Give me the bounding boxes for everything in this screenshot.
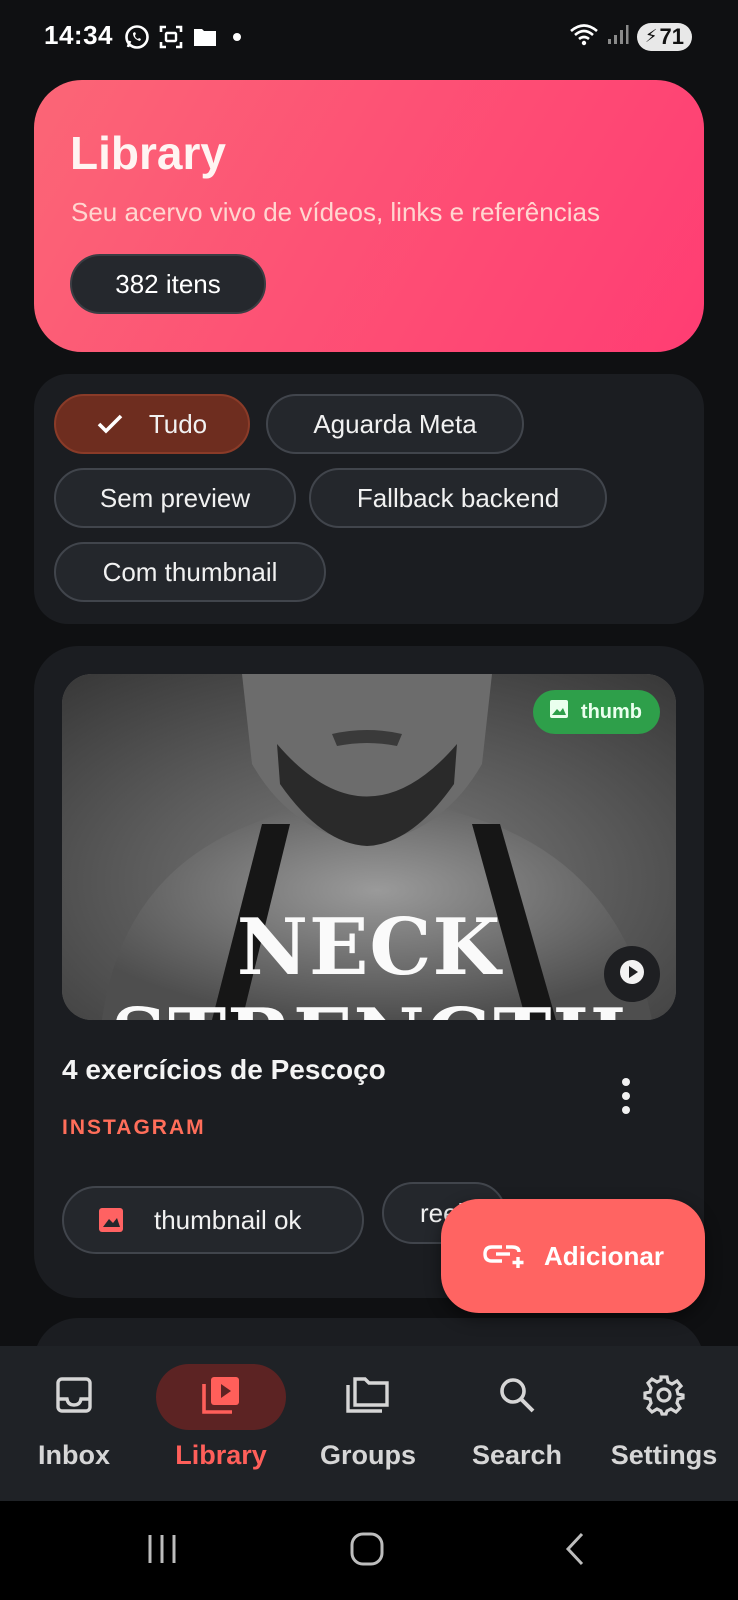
- tag-label: thumbnail ok: [154, 1204, 302, 1235]
- status-bar: 14:34 ⚡ 71: [0, 0, 738, 72]
- filter-panel: Tudo Aguarda Meta Sem preview Fallback b…: [34, 374, 704, 624]
- add-button-label: Adicionar: [544, 1240, 664, 1271]
- inbox-icon: [54, 1375, 94, 1420]
- thumb-badge: thumb: [532, 690, 660, 734]
- back-icon: [560, 1531, 590, 1572]
- wifi-icon: [569, 22, 599, 51]
- item-source: INSTAGRAM: [62, 1116, 206, 1139]
- video-thumbnail[interactable]: NECK STRENGTH thumb: [62, 674, 676, 1020]
- nav-label: Inbox: [38, 1440, 110, 1470]
- filter-chip-label: Sem preview: [99, 482, 251, 513]
- search-icon: [497, 1375, 537, 1420]
- home-icon: [349, 1531, 385, 1572]
- nav-label: Library: [175, 1440, 267, 1470]
- status-time: 14:34: [44, 20, 113, 50]
- filter-chip-aguarda-meta[interactable]: Aguarda Meta: [266, 394, 524, 454]
- dot-icon: [226, 26, 248, 53]
- filter-chip-label: Com thumbnail: [102, 556, 278, 587]
- nav-icon-container: [9, 1364, 139, 1430]
- bolt-icon: ⚡: [644, 26, 658, 46]
- filter-chip-sem-preview[interactable]: Sem preview: [54, 468, 296, 528]
- item-count-badge: 382 itens: [70, 254, 266, 314]
- nav-icon-container: [303, 1364, 433, 1430]
- nav-icon-container: [156, 1364, 286, 1430]
- nav-item-search[interactable]: Search: [447, 1364, 587, 1484]
- thumbnail-title-line1: NECK: [236, 902, 502, 993]
- bottom-navigation: Inbox Library Groups Search Settings: [0, 1346, 738, 1501]
- play-button[interactable]: [604, 946, 660, 1002]
- nav-item-groups[interactable]: Groups: [298, 1364, 438, 1484]
- filter-chip-label: Tudo: [148, 408, 208, 439]
- video-library-icon: [200, 1374, 242, 1421]
- filter-chip-tudo[interactable]: Tudo: [54, 394, 250, 454]
- system-navigation-bar: [0, 1501, 738, 1600]
- page-title: Library: [70, 127, 226, 179]
- status-icons-right: ⚡ 71: [569, 22, 692, 51]
- filter-chip-label: Aguarda Meta: [313, 408, 477, 439]
- filter-chip-label: Fallback backend: [356, 482, 560, 513]
- thumbnail-title-line2: STRENGTH: [62, 992, 676, 1020]
- image-icon: [98, 1207, 124, 1233]
- screenshot-icon: [158, 24, 184, 55]
- home-button[interactable]: [337, 1531, 397, 1571]
- nav-label: Search: [471, 1440, 563, 1470]
- add-button[interactable]: Adicionar: [441, 1199, 705, 1313]
- nav-item-settings[interactable]: Settings: [594, 1364, 734, 1484]
- more-options-button[interactable]: [608, 1074, 644, 1118]
- screen: 14:34 ⚡ 71 Library Seu acervo vivo de ví…: [0, 0, 738, 1600]
- folders-icon: [345, 1375, 391, 1420]
- nav-icon-container: [452, 1364, 582, 1430]
- kebab-dot: [622, 1078, 630, 1086]
- nav-icon-container: [599, 1364, 729, 1430]
- library-hero: Library Seu acervo vivo de vídeos, links…: [34, 80, 704, 352]
- battery-level: 71: [659, 23, 684, 49]
- kebab-dot: [622, 1106, 630, 1114]
- recent-apps-button[interactable]: [132, 1531, 192, 1571]
- recent-apps-icon: [145, 1532, 179, 1571]
- folder-icon: [192, 25, 218, 54]
- signal-icon: [607, 22, 629, 51]
- whatsapp-icon: [124, 24, 150, 55]
- filter-chip-fallback-backend[interactable]: Fallback backend: [309, 468, 607, 528]
- battery-indicator: ⚡ 71: [636, 22, 692, 51]
- add-link-icon: [482, 1239, 526, 1274]
- play-icon: [618, 958, 646, 991]
- back-button[interactable]: [545, 1531, 605, 1571]
- image-icon: [549, 699, 569, 725]
- nav-label: Groups: [319, 1440, 416, 1470]
- page-subtitle: Seu acervo vivo de vídeos, links e refer…: [71, 197, 600, 227]
- nav-item-inbox[interactable]: Inbox: [4, 1364, 144, 1484]
- tag-thumbnail-ok: thumbnail ok: [62, 1186, 364, 1254]
- status-icons-left: [124, 24, 248, 55]
- kebab-dot: [622, 1092, 630, 1100]
- thumb-badge-label: thumb: [580, 700, 642, 723]
- nav-label: Settings: [610, 1440, 718, 1470]
- check-icon: [97, 413, 123, 435]
- gear-icon: [643, 1374, 685, 1421]
- nav-item-library[interactable]: Library: [151, 1364, 291, 1484]
- item-title: 4 exercícios de Pescoço: [62, 1054, 386, 1085]
- filter-chip-com-thumbnail[interactable]: Com thumbnail: [54, 542, 326, 602]
